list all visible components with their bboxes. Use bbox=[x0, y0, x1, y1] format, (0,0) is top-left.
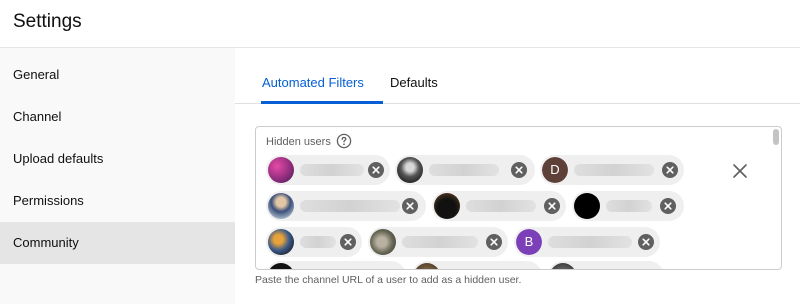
tab-automated-filters[interactable]: Automated Filters bbox=[262, 75, 364, 90]
sidebar-item-upload-defaults[interactable]: Upload defaults bbox=[0, 138, 235, 180]
sidebar-item-permissions[interactable]: Permissions bbox=[0, 180, 235, 222]
avatar-letter: D bbox=[542, 157, 568, 183]
user-name-redacted bbox=[300, 164, 364, 176]
user-avatar bbox=[268, 263, 294, 269]
close-icon bbox=[515, 166, 523, 174]
clear-all-close-icon[interactable] bbox=[731, 162, 749, 180]
user-name-redacted bbox=[548, 236, 632, 248]
hidden-user-chip bbox=[412, 261, 542, 269]
hidden-users-hint: Paste the channel URL of a user to add a… bbox=[255, 274, 522, 286]
remove-user-button[interactable] bbox=[340, 234, 356, 250]
user-avatar bbox=[550, 263, 576, 269]
sidebar-item-community[interactable]: Community bbox=[0, 222, 235, 264]
user-avatar bbox=[268, 193, 294, 219]
hidden-users-field[interactable]: Hidden users D B bbox=[255, 126, 782, 270]
remove-user-button[interactable] bbox=[511, 162, 527, 178]
hidden-user-chip bbox=[395, 155, 535, 185]
close-icon bbox=[666, 166, 674, 174]
scrollbar[interactable] bbox=[772, 129, 780, 267]
hidden-user-chip bbox=[432, 191, 566, 221]
user-avatar: D bbox=[542, 157, 568, 183]
hidden-users-label: Hidden users bbox=[266, 136, 331, 148]
remove-user-button[interactable] bbox=[662, 162, 678, 178]
close-icon bbox=[664, 202, 672, 210]
sidebar-item-general[interactable]: General bbox=[0, 54, 235, 96]
help-icon[interactable] bbox=[336, 133, 352, 149]
user-name-redacted bbox=[606, 200, 652, 212]
user-avatar bbox=[370, 229, 396, 255]
tab-defaults[interactable]: Defaults bbox=[390, 75, 438, 90]
tab-bar: Automated Filters Defaults bbox=[235, 48, 800, 104]
scrollbar-thumb[interactable] bbox=[773, 129, 779, 145]
active-tab-indicator bbox=[261, 101, 383, 104]
sidebar: General Channel Upload defaults Permissi… bbox=[0, 48, 235, 304]
user-avatar bbox=[434, 193, 460, 219]
sidebar-item-channel[interactable]: Channel bbox=[0, 96, 235, 138]
hidden-user-chip bbox=[368, 227, 508, 257]
close-icon bbox=[406, 202, 414, 210]
user-name-redacted bbox=[466, 200, 536, 212]
hidden-user-chip: D bbox=[540, 155, 684, 185]
remove-user-button[interactable] bbox=[402, 198, 418, 214]
user-avatar bbox=[414, 263, 440, 269]
user-name-redacted bbox=[300, 200, 400, 212]
remove-user-button[interactable] bbox=[638, 234, 654, 250]
user-name-redacted bbox=[402, 236, 478, 248]
user-name-redacted bbox=[429, 164, 499, 176]
close-icon bbox=[548, 202, 556, 210]
user-avatar: B bbox=[516, 229, 542, 255]
hidden-user-chip bbox=[572, 191, 684, 221]
remove-user-button[interactable] bbox=[660, 198, 676, 214]
user-avatar bbox=[397, 157, 423, 183]
user-name-redacted bbox=[300, 236, 336, 248]
settings-main: Automated Filters Defaults Hidden users bbox=[235, 48, 800, 304]
close-icon bbox=[490, 238, 498, 246]
user-avatar bbox=[268, 229, 294, 255]
remove-user-button[interactable] bbox=[486, 234, 502, 250]
hidden-user-chip bbox=[266, 227, 362, 257]
top-bar: Settings bbox=[0, 0, 800, 48]
user-avatar bbox=[268, 157, 294, 183]
hidden-user-chip: B bbox=[514, 227, 660, 257]
page-title: Settings bbox=[13, 11, 82, 32]
close-icon bbox=[372, 166, 380, 174]
user-name-redacted bbox=[574, 164, 654, 176]
user-avatar bbox=[574, 193, 600, 219]
hidden-user-chip bbox=[266, 191, 426, 221]
hidden-user-chip bbox=[266, 155, 390, 185]
remove-user-button[interactable] bbox=[368, 162, 384, 178]
close-icon bbox=[642, 238, 650, 246]
remove-user-button[interactable] bbox=[544, 198, 560, 214]
close-icon bbox=[344, 238, 352, 246]
hidden-user-chip bbox=[548, 261, 664, 269]
avatar-letter: B bbox=[516, 229, 542, 255]
hidden-user-chip bbox=[266, 261, 406, 269]
